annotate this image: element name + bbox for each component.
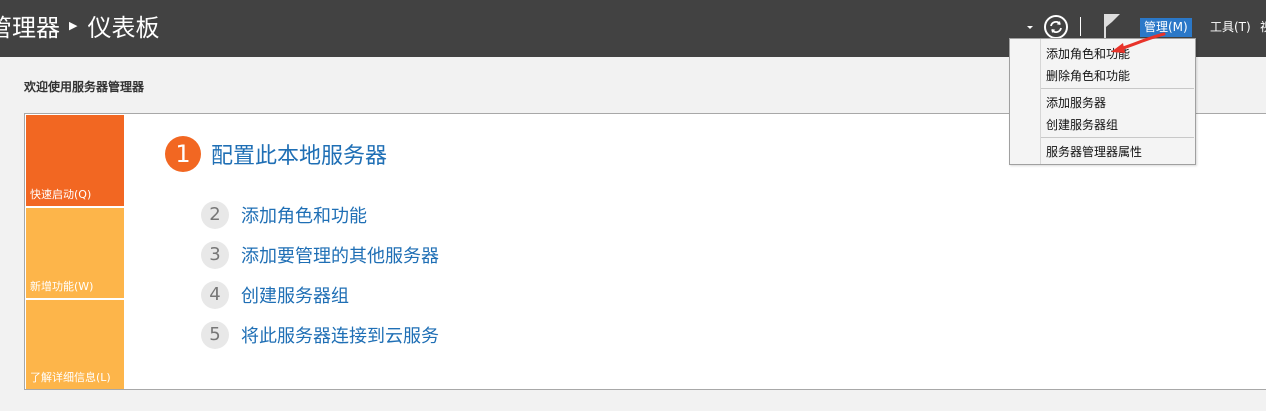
menu-icon-gutter — [1040, 39, 1041, 164]
step-link[interactable]: 添加要管理的其他服务器 — [241, 242, 439, 268]
menu-separator — [1041, 88, 1194, 89]
welcome-heading: 欢迎使用服务器管理器 — [24, 80, 145, 94]
breadcrumb-current: 仪表板 — [87, 14, 160, 42]
menu-item-remove-roles[interactable]: 删除角色和功能 — [1046, 68, 1130, 84]
menu-item-server-manager-properties[interactable]: 服务器管理器属性 — [1046, 144, 1142, 160]
breadcrumb-separator-icon: ▶ — [69, 19, 78, 32]
view-menu[interactable]: 视 — [1260, 18, 1266, 37]
tile-quick-start[interactable]: 快速启动(Q) — [26, 115, 124, 206]
step-number: 1 — [165, 136, 201, 172]
step-number: 5 — [201, 321, 229, 349]
step-number: 4 — [201, 281, 229, 309]
toolbar-divider — [1080, 17, 1081, 36]
tile-quick-start-label: 快速启动(Q) — [30, 188, 92, 201]
breadcrumb-parent[interactable]: 管理器 — [0, 12, 60, 44]
tile-learn-more-label: 了解详细信息(L) — [30, 371, 111, 384]
tile-learn-more[interactable]: 了解详细信息(L) — [26, 300, 124, 389]
step-add-servers[interactable]: 3 添加要管理的其他服务器 — [201, 241, 439, 269]
manage-dropdown-menu: 添加角色和功能 删除角色和功能 添加服务器 创建服务器组 服务器管理器属性 — [1009, 38, 1196, 165]
menu-item-add-servers[interactable]: 添加服务器 — [1046, 95, 1106, 111]
step-link[interactable]: 配置此本地服务器 — [211, 138, 387, 170]
menu-separator — [1041, 137, 1194, 138]
menu-item-create-server-group[interactable]: 创建服务器组 — [1046, 117, 1118, 133]
step-number: 3 — [201, 241, 229, 269]
tile-whats-new-label: 新增功能(W) — [30, 280, 94, 293]
step-number: 2 — [201, 201, 229, 229]
red-arrow-icon — [1111, 32, 1166, 53]
step-configure-local-server[interactable]: 1 配置此本地服务器 — [165, 136, 387, 172]
step-link[interactable]: 添加角色和功能 — [241, 202, 367, 228]
caret-down-icon[interactable] — [1025, 22, 1035, 32]
tile-whats-new[interactable]: 新增功能(W) — [26, 208, 124, 298]
step-add-roles[interactable]: 2 添加角色和功能 — [201, 201, 367, 229]
breadcrumb: 管理器 ▶ 仪表板 — [0, 12, 159, 44]
tools-menu[interactable]: 工具(T) — [1210, 18, 1251, 37]
refresh-icon[interactable] — [1044, 15, 1068, 39]
step-link[interactable]: 将此服务器连接到云服务 — [241, 322, 439, 348]
step-link[interactable]: 创建服务器组 — [241, 282, 349, 308]
step-create-server-group[interactable]: 4 创建服务器组 — [201, 281, 349, 309]
step-connect-cloud[interactable]: 5 将此服务器连接到云服务 — [201, 321, 439, 349]
